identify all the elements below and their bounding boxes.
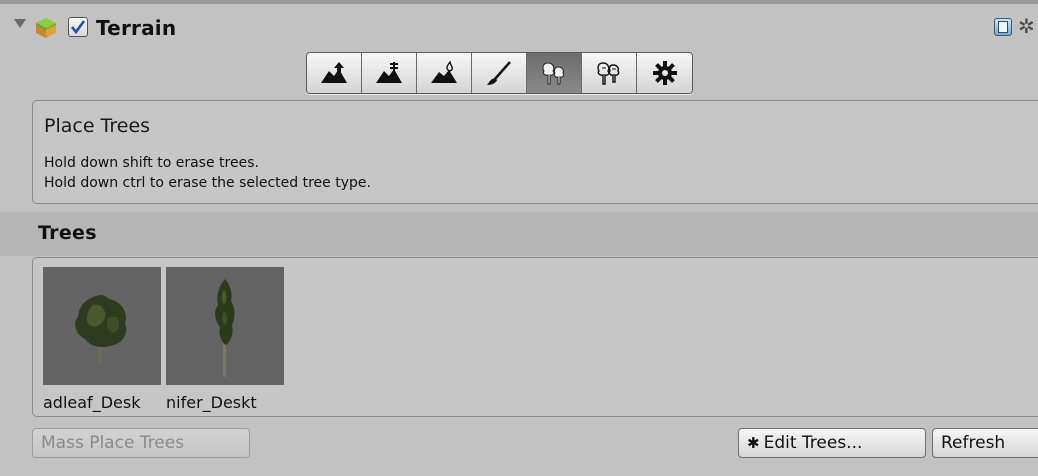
raise-lower-terrain-icon (321, 62, 347, 83)
edit-trees-label: Edit Trees... (763, 433, 863, 453)
smooth-height-button[interactable] (417, 53, 472, 93)
gear-icon: ✱ (747, 434, 760, 452)
tool-description-box: Place Trees Hold down shift to erase tre… (32, 100, 1038, 204)
top-divider (0, 0, 1038, 4)
tree-prototype-label: nifer_Deskt (166, 393, 257, 412)
gear-icon[interactable]: ✲ (1018, 14, 1035, 38)
terrain-tool-toolbar (306, 52, 693, 94)
place-trees-icon (542, 62, 565, 85)
terrain-cube-icon (34, 16, 58, 40)
paint-texture-button[interactable] (472, 53, 527, 93)
tree-prototype-label: adleaf_Desk (43, 393, 141, 412)
conifer-tree-icon (215, 279, 235, 377)
tree-prototype-grid: adleaf_Desk nifer_Deskt (32, 257, 1038, 417)
tree-prototype-item[interactable]: adleaf_Desk (43, 267, 161, 412)
paint-height-icon (376, 62, 402, 83)
terrain-settings-button[interactable] (637, 53, 692, 93)
paint-height-button[interactable] (362, 53, 417, 93)
trees-section-header: Trees (0, 212, 1038, 256)
tree-prototype-item[interactable]: nifer_Deskt (166, 267, 284, 412)
tool-hint-shift: Hold down shift to erase trees. (44, 155, 259, 171)
edit-trees-button[interactable]: ✱ Edit Trees... (738, 428, 926, 458)
component-header: Terrain ✲ (0, 6, 1038, 52)
enable-checkbox[interactable] (68, 17, 88, 37)
broadleaf-tree-icon (75, 295, 127, 363)
paint-details-icon (597, 62, 620, 85)
smooth-height-icon (431, 61, 457, 83)
raise-lower-terrain-button[interactable] (307, 53, 362, 93)
conifer-tree-thumbnail (166, 267, 284, 385)
trees-section-title: Trees (38, 222, 97, 244)
tool-hint-ctrl: Hold down ctrl to erase the selected tre… (44, 175, 371, 191)
paint-details-button[interactable] (582, 53, 637, 93)
broadleaf-tree-thumbnail (43, 267, 161, 385)
mass-place-trees-button[interactable]: Mass Place Trees (32, 428, 250, 458)
component-title: Terrain (96, 16, 177, 40)
refresh-button[interactable]: Refresh (932, 428, 1038, 458)
terrain-settings-icon (652, 61, 677, 85)
help-book-icon[interactable] (994, 18, 1012, 36)
paint-texture-icon (487, 61, 511, 85)
place-trees-button[interactable] (527, 53, 582, 93)
tool-title: Place Trees (44, 115, 151, 137)
foldout-triangle-icon[interactable] (14, 19, 26, 28)
